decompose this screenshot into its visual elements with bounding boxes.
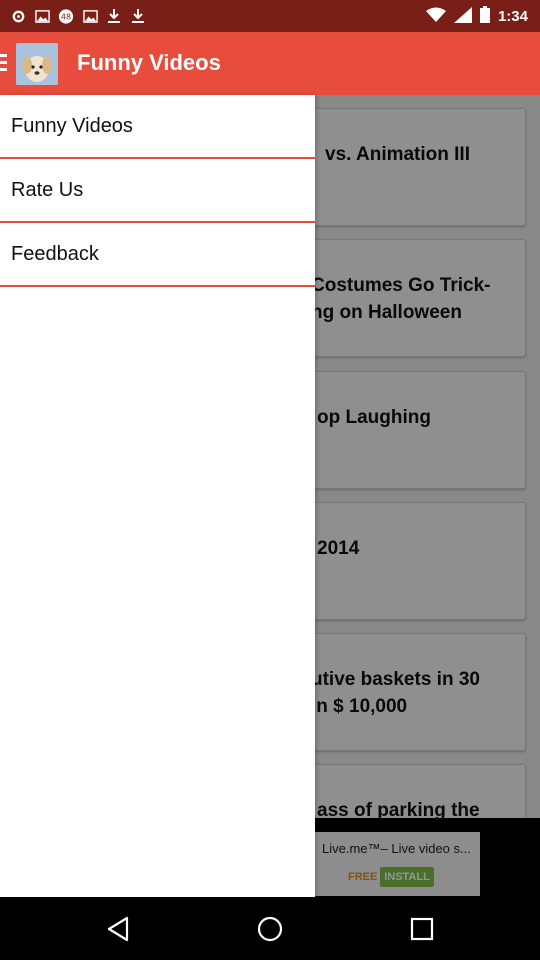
drawer-item-rate-us[interactable]: Rate Us [0, 159, 315, 223]
app-logo[interactable] [16, 43, 58, 85]
app-title: Funny Videos [77, 50, 221, 75]
circle-48-icon: 48 [58, 7, 74, 25]
home-icon[interactable] [254, 913, 286, 945]
battery-icon [479, 6, 490, 27]
drawer-item-funny-videos[interactable]: Funny Videos [0, 95, 315, 159]
drawer-item-label: Rate Us [11, 179, 84, 201]
download-icon [106, 7, 122, 25]
back-icon[interactable] [102, 913, 134, 945]
navigation-drawer: Funny Videos Rate Us Feedback [0, 95, 315, 897]
status-time: 1:34 [497, 8, 528, 25]
drawer-item-label: Feedback [11, 243, 99, 265]
recents-icon[interactable] [406, 913, 438, 945]
app-bar: Funny Videos [0, 32, 540, 95]
notification-icons: 48 [10, 7, 146, 25]
badge-text: 48 [61, 12, 71, 21]
image-icon [34, 7, 50, 25]
signal-icon [453, 6, 472, 27]
drawer-item-label: Funny Videos [11, 115, 133, 137]
settings-icon [10, 7, 26, 25]
drawer-item-feedback[interactable]: Feedback [0, 223, 315, 287]
system-nav-bar [0, 897, 540, 960]
image-icon [82, 7, 98, 25]
download-icon [130, 7, 146, 25]
status-bar: 48 1:34 [0, 0, 540, 32]
wifi-icon [425, 7, 446, 27]
menu-icon[interactable] [0, 54, 8, 72]
